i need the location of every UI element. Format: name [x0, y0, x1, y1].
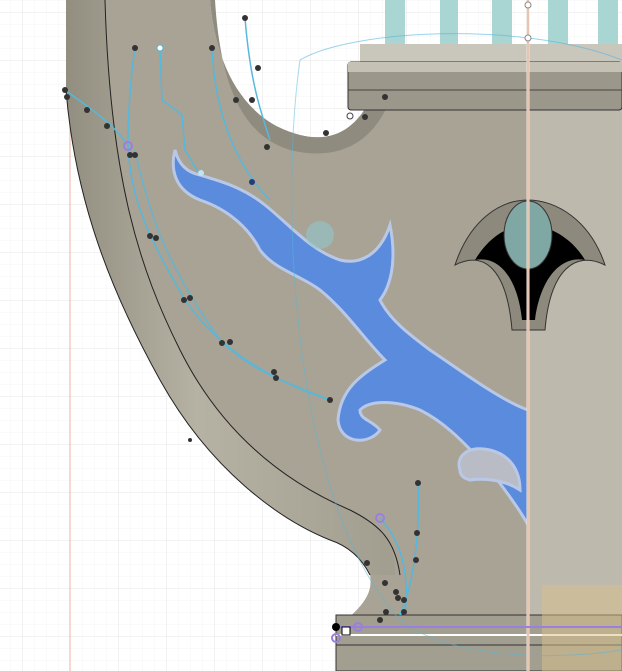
body-right-half — [528, 100, 622, 630]
top-cap — [347, 61, 622, 111]
sketch-viewport[interactable] — [0, 0, 622, 671]
